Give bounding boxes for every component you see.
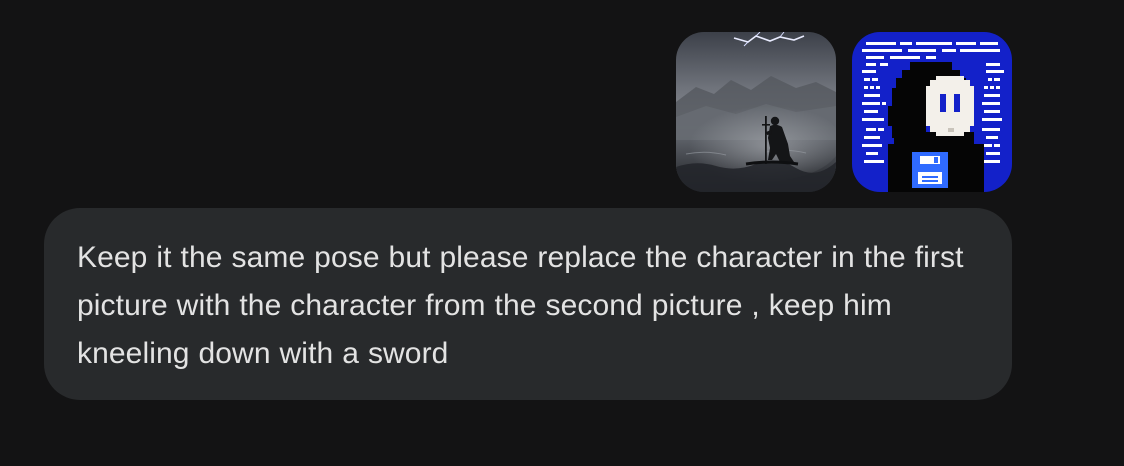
pixel-hooded-character-image [852, 32, 1012, 192]
attachment-image-knight[interactable] [676, 32, 836, 192]
user-attachments [676, 32, 1012, 192]
user-message-bubble: Keep it the same pose but please replace… [44, 208, 1012, 400]
knight-in-storm-image [676, 32, 836, 192]
pixel-face [926, 76, 974, 136]
floppy-disk-icon [912, 152, 948, 188]
user-message-text: Keep it the same pose but please replace… [77, 241, 964, 370]
chat-thread: Keep it the same pose but please replace… [0, 0, 1124, 466]
attachment-image-pixel-character[interactable] [852, 32, 1012, 192]
